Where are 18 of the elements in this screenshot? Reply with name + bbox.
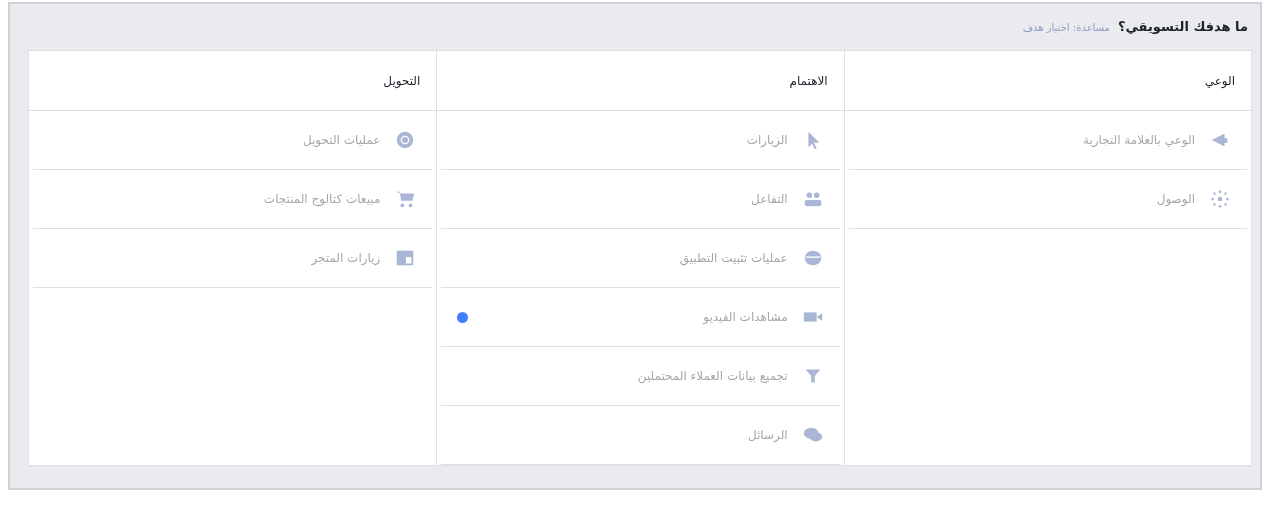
objective-option[interactable]: الوعي بالعلامة التجارية [848, 111, 1247, 170]
objective-option[interactable]: التفاعل [441, 170, 840, 229]
objective-option[interactable]: الزيارات [441, 111, 840, 170]
objective-option[interactable]: الرسائل [441, 406, 840, 465]
column-heading: التحويل [383, 72, 421, 90]
objective-option[interactable]: زيارات المتجر [33, 229, 433, 288]
objective-option[interactable]: تجميع بيانات العملاء المحتملين [441, 347, 840, 406]
dots-icon [1209, 188, 1231, 210]
objective-option[interactable]: مشاهدات الفيديو [441, 288, 840, 347]
objective-option[interactable]: عمليات تثبيت التطبيق [441, 229, 840, 288]
column-heading: الوعي [1204, 72, 1235, 90]
help-link[interactable]: مساعدة: اختيار هدف [1022, 19, 1110, 35]
objective-option[interactable]: مبيعات كتالوج المنتجات [33, 170, 433, 229]
objective-option[interactable]: الوصول [848, 170, 1247, 229]
column-heading: الاهتمام [789, 72, 828, 90]
info-icon[interactable] [457, 311, 469, 323]
panel-title: ما هدفك التسويقي؟ [1117, 18, 1248, 37]
objective-option[interactable]: عمليات التحويل [33, 111, 433, 170]
